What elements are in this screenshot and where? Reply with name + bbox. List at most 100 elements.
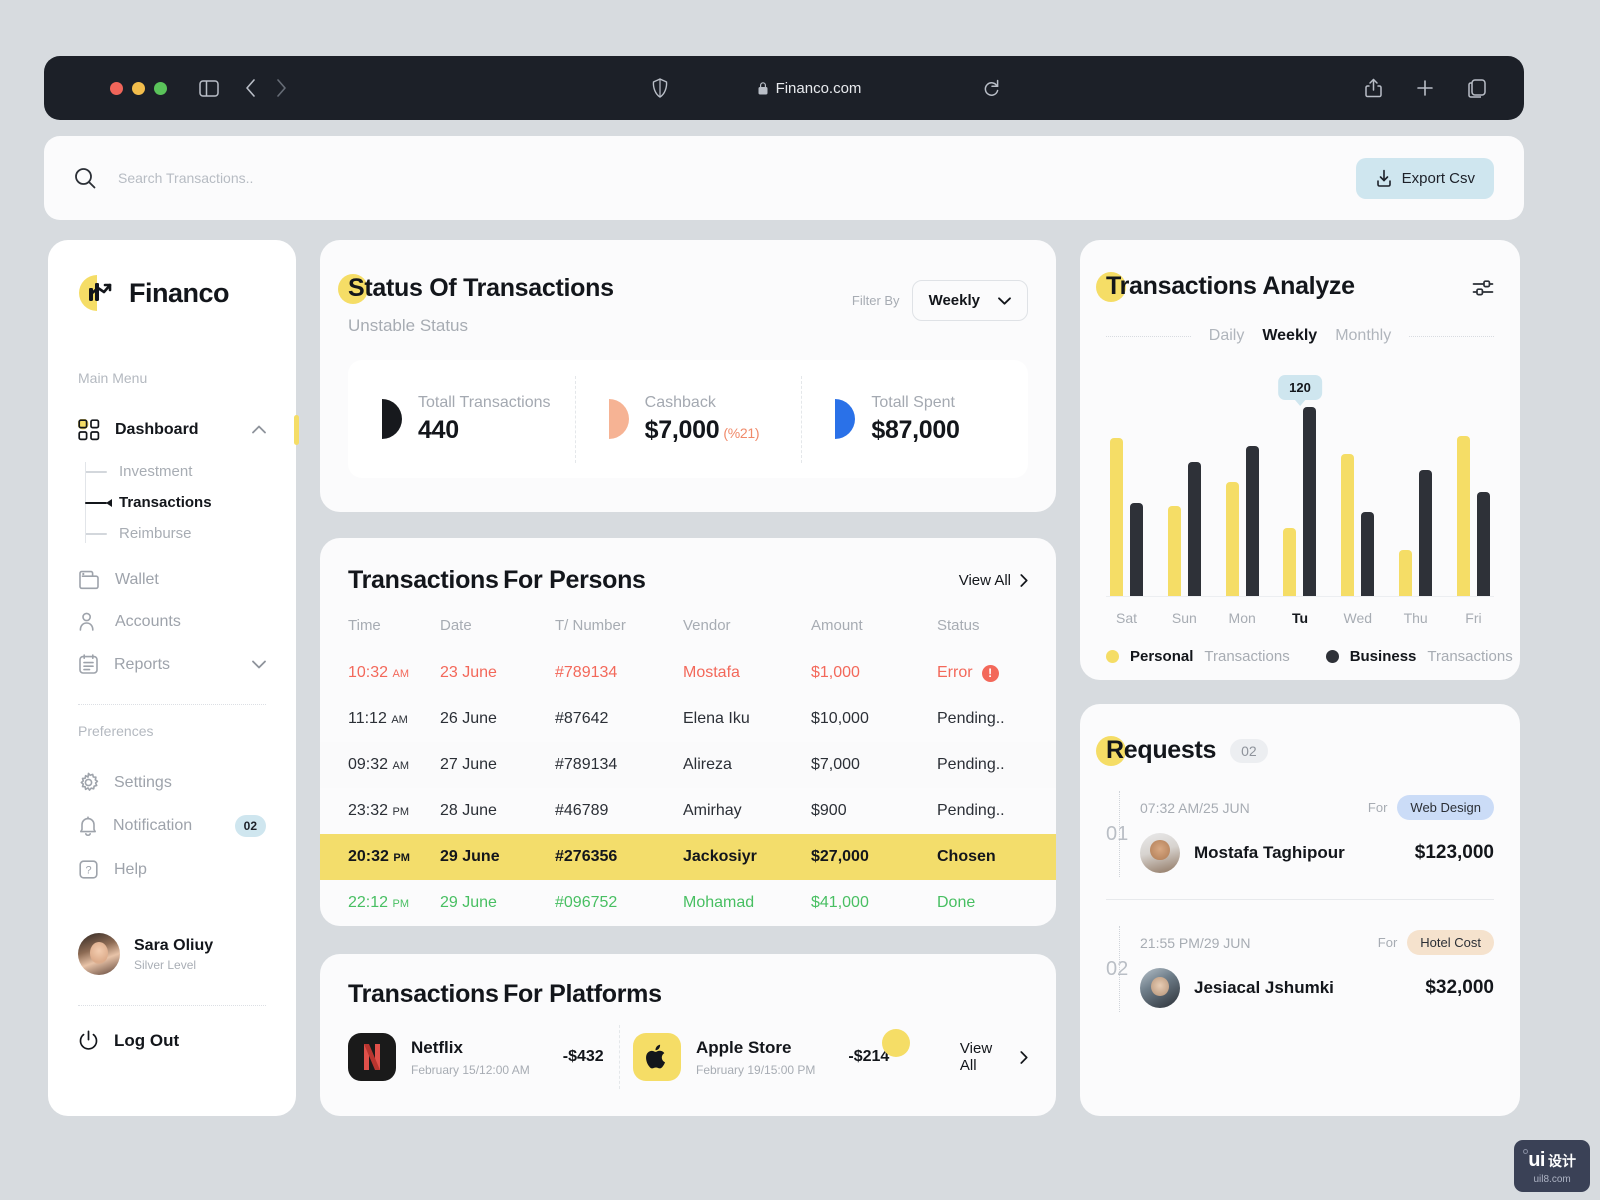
table-row[interactable]: 22:12 PM 29 June #096752 Mohamad $41,000… (320, 880, 1056, 926)
minimize-window-button[interactable] (132, 82, 145, 95)
request-person-name: Mostafa Taghipour (1194, 843, 1345, 863)
tabs-icon[interactable] (1468, 79, 1486, 98)
table-row-selected[interactable]: 20:32 PM 29 June #276356 Jackosiyr $27,0… (320, 834, 1056, 880)
x-label-wed: Wed (1341, 610, 1374, 626)
sidebar-item-accounts-label: Accounts (115, 613, 181, 631)
metric-indicator (835, 399, 855, 439)
logout-button[interactable]: Log Out (48, 1030, 296, 1051)
sidebar-item-settings[interactable]: Settings (48, 761, 296, 804)
cell-time: 23:32 PM (320, 788, 440, 834)
export-csv-button[interactable]: Export Csv (1356, 158, 1494, 199)
request-person-name: Jesiacal Jshumki (1194, 978, 1334, 998)
address-bar[interactable]: Financo.com (758, 80, 862, 97)
view-all-transactions-link[interactable]: View All (959, 572, 1028, 589)
active-indicator (294, 415, 299, 445)
shield-icon[interactable] (652, 78, 668, 98)
metric-total-transactions: Totall Transactions 440 (348, 394, 575, 445)
request-time: 21:55 PM/29 JUN (1140, 935, 1251, 951)
bar-business (1303, 407, 1316, 596)
sidebar-item-investment[interactable]: Investment (78, 456, 296, 487)
search-input[interactable] (118, 170, 538, 186)
legend-business-strong: Business (1350, 648, 1417, 665)
help-icon: ? (78, 859, 99, 880)
for-label: For (1368, 800, 1388, 815)
platform-item-apple[interactable]: Apple Store February 19/15:00 PM -$214 (633, 1033, 918, 1081)
cell-vendor: Elena Iku (683, 696, 811, 742)
legend-item-business: Business Transactions (1326, 648, 1513, 665)
sidebar-item-transactions-label: Transactions (119, 494, 212, 511)
sidebar-item-help-label: Help (114, 861, 147, 879)
avatar (1140, 968, 1180, 1008)
cell-date: 23 June (440, 650, 555, 696)
transactions-analyze-card: Transactions Analyze Daily Weekly Monthl… (1080, 240, 1520, 680)
watermark: ui 设计 uil8.com (1514, 1140, 1590, 1192)
metric-label: Totall Transactions (418, 394, 551, 412)
x-label-sat: Sat (1110, 610, 1143, 626)
tab-weekly[interactable]: Weekly (1262, 327, 1317, 345)
reload-icon[interactable] (983, 79, 1000, 98)
sidebar-item-help[interactable]: ? Help (48, 848, 296, 891)
bar-personal (1283, 528, 1296, 596)
filter-sliders-icon[interactable] (1472, 278, 1494, 298)
avatar (1140, 833, 1180, 873)
platform-item-netflix[interactable]: Netflix February 15/12:00 AM -$432 (348, 1033, 633, 1081)
table-row[interactable]: 10:32 AM 23 June #789134 Mostafa $1,000 … (320, 650, 1056, 696)
filter-period-select[interactable]: Weekly (912, 280, 1028, 321)
bar-business (1188, 462, 1201, 596)
for-label: For (1378, 935, 1398, 950)
platform-date: February 15/12:00 AM (411, 1063, 530, 1077)
cell-time: 09:32 AM (320, 742, 440, 788)
chevron-down-icon[interactable] (252, 656, 266, 674)
tabs-rule-right (1409, 336, 1494, 337)
cell-vendor: Mostafa (683, 650, 811, 696)
cell-amount: $27,000 (811, 834, 937, 880)
cell-date: 28 June (440, 788, 555, 834)
bar-personal (1341, 454, 1354, 596)
sidebar-item-reimburse[interactable]: Reimburse (78, 518, 296, 549)
view-all-platforms-link[interactable]: View All (918, 1040, 1028, 1074)
chevron-down-icon (998, 297, 1011, 305)
tab-monthly[interactable]: Monthly (1335, 327, 1391, 345)
export-icon (1375, 169, 1393, 188)
sidebar-item-dashboard[interactable]: Dashboard (48, 408, 296, 452)
cell-vendor: Mohamad (683, 880, 811, 926)
window-controls[interactable] (110, 82, 167, 95)
cell-status: Done (937, 880, 1056, 926)
sidebar-item-accounts[interactable]: Accounts (48, 601, 296, 643)
new-tab-icon[interactable] (1416, 79, 1434, 97)
user-profile[interactable]: Sara Oliuy Silver Level (48, 933, 296, 975)
tab-daily[interactable]: Daily (1209, 327, 1245, 345)
sidebar-item-reports[interactable]: Reports (48, 643, 296, 686)
sidebar-item-reports-label: Reports (114, 656, 170, 674)
cell-vendor: Amirhay (683, 788, 811, 834)
request-item[interactable]: 01 07:32 AM/25 JUN For Web Design Mostaf… (1106, 795, 1494, 873)
chevron-up-icon[interactable] (252, 421, 266, 439)
back-icon[interactable] (245, 79, 256, 97)
platform-date: February 19/15:00 PM (696, 1063, 815, 1077)
cell-number: #87642 (555, 696, 683, 742)
request-index: 01 (1106, 823, 1140, 846)
metric-value-wrap: $7,000(%21) (645, 416, 760, 445)
close-window-button[interactable] (110, 82, 123, 95)
table-row[interactable]: 11:12 AM 26 June #87642 Elena Iku $10,00… (320, 696, 1056, 742)
table-row[interactable]: 09:32 AM 27 June #789134 Alireza $7,000 … (320, 742, 1056, 788)
request-item[interactable]: 02 21:55 PM/29 JUN For Hotel Cost Jesiac… (1106, 930, 1494, 1008)
watermark-cn: 设计 (1548, 1151, 1576, 1171)
notification-badge: 02 (235, 815, 266, 837)
search-icon (74, 167, 96, 189)
sidebar-item-transactions[interactable]: Transactions (78, 487, 296, 518)
transactions-for-persons-card: Transactions For Persons View All Time D… (320, 538, 1056, 926)
forward-icon[interactable] (276, 79, 287, 97)
column-date: Date (440, 617, 555, 650)
gear-icon (78, 772, 99, 793)
column-tnumber: T/ Number (555, 617, 683, 650)
reports-icon (78, 654, 99, 675)
sidebar-item-wallet[interactable]: Wallet (48, 559, 296, 601)
request-tag: Hotel Cost (1407, 930, 1494, 955)
share-icon[interactable] (1365, 78, 1382, 98)
chevron-right-icon (1020, 1051, 1028, 1064)
sidebar-toggle-icon[interactable] (199, 80, 219, 97)
sidebar-item-notification[interactable]: Notification 02 (48, 804, 296, 848)
table-row[interactable]: 23:32 PM 28 June #46789 Amirhay $900 Pen… (320, 788, 1056, 834)
maximize-window-button[interactable] (154, 82, 167, 95)
